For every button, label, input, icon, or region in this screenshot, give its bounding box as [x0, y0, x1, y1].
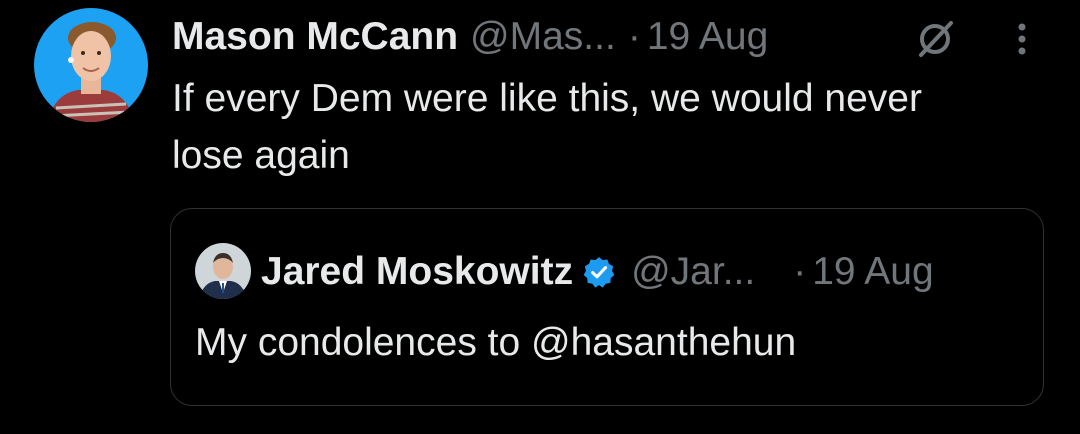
grok-icon — [919, 21, 953, 57]
quoted-tweet-header: Jared Moskowitz @Jar... · 19 Aug — [261, 245, 934, 299]
quoted-author-handle: @Jar... — [631, 250, 756, 293]
author-avatar-image — [34, 8, 148, 122]
tweet-header: Mason McCann @Mas... · 19 Aug — [172, 10, 768, 64]
quoted-tweet-date: 19 Aug — [812, 250, 934, 293]
tweet-text: If every Dem were like this, we would ne… — [172, 77, 922, 177]
header-separator: · — [627, 15, 641, 58]
quoted-author-avatar-image — [195, 243, 251, 299]
tweet[interactable]: Mason McCann @Mas... · 19 Aug If every D… — [0, 0, 1080, 434]
author-handle[interactable]: @Mas... — [470, 15, 616, 59]
quoted-tweet[interactable]: Jared Moskowitz @Jar... · 19 Aug My cond… — [170, 208, 1044, 406]
author-avatar[interactable] — [34, 8, 148, 122]
grok-button[interactable] — [910, 14, 960, 64]
tweet-date[interactable]: 19 Aug — [647, 15, 768, 59]
verified-badge-icon — [581, 254, 617, 290]
quoted-author-name: Jared Moskowitz — [261, 250, 574, 293]
quoted-tweet-text: My condolences to @hasanthehun — [195, 321, 797, 364]
quoted-author-avatar — [195, 243, 251, 299]
more-options-button[interactable] — [1002, 14, 1042, 64]
quoted-header-separator: · — [793, 250, 807, 293]
author-name[interactable]: Mason McCann — [172, 15, 458, 59]
more-vertical-icon — [1018, 23, 1026, 55]
